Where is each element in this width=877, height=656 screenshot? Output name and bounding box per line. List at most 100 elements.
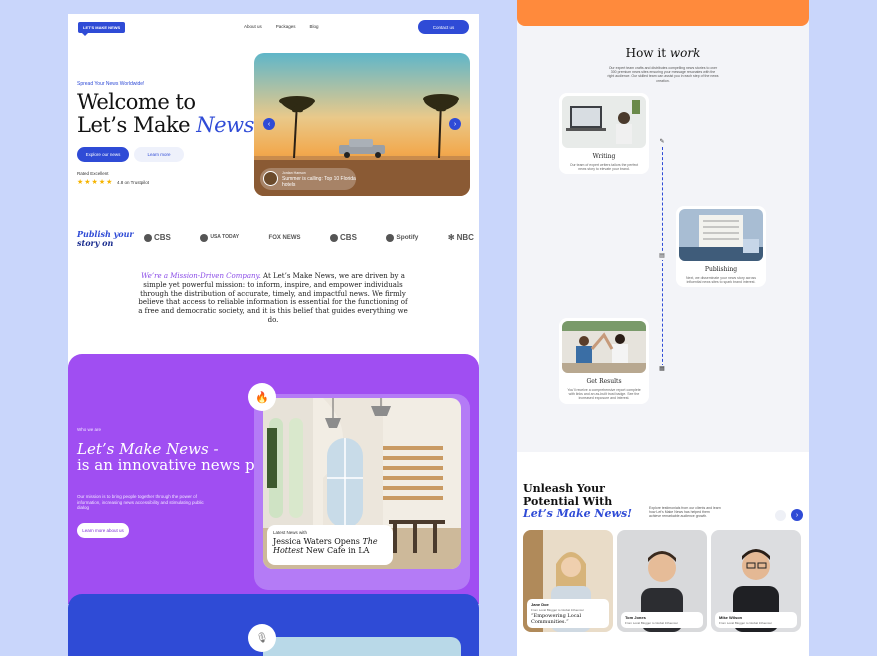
spotify-logo: Spotify <box>386 233 418 242</box>
how-title-em: work <box>669 46 701 60</box>
caption-author: Jordan Hanson <box>282 171 306 175</box>
step-get-results: Get Results You'll receive a comprehensi… <box>559 318 649 404</box>
step-description: You'll receive a comprehensive report co… <box>567 388 641 401</box>
publish-line2: story on <box>77 238 114 248</box>
contact-button[interactable]: Contact us <box>418 20 469 34</box>
news-card-title: Jessica Waters Opens The Hottest New Caf… <box>273 537 387 555</box>
step-publishing: Publishing Next, we disseminate your new… <box>676 206 766 288</box>
unleash-l1: Unleash Your <box>523 482 605 495</box>
cbs-eye-icon <box>144 233 152 242</box>
brand-label: USA TODAY <box>210 234 240 240</box>
publish-heading: Publish your story on <box>77 230 134 248</box>
laptop-desk-image <box>562 96 646 148</box>
hero-caption-card[interactable]: Jordan Hanson Summer is calling: Top 10 … <box>260 168 356 190</box>
hero-title: Welcome to Let’s Make News! <box>77 91 262 137</box>
how-it-works-description: Our expert team crafts and distributes c… <box>607 66 719 83</box>
fox-news-logo: FOX NEWS <box>269 233 301 242</box>
nav-blog[interactable]: Blog <box>310 24 319 29</box>
nbc-logo: ✻ NBC <box>448 233 474 242</box>
step-description: Next, we disseminate your news story acr… <box>685 276 757 285</box>
testimonial-role: From Local Blogger to Global Influencer <box>531 608 585 612</box>
hero-title-accent: News! <box>196 113 262 137</box>
latest-news-card[interactable]: Latest News with Jessica Waters Opens Th… <box>267 525 393 565</box>
trustpilot-score: 4.8 on Trustpilot <box>117 180 150 185</box>
mission-accent: We’re a Mission-Driven Company. <box>141 272 261 280</box>
testimonial-role: From Local Blogger to Global Influencer <box>625 621 679 625</box>
newspaper-reading-image <box>679 209 763 261</box>
testimonials-next-icon[interactable]: › <box>791 509 803 521</box>
step-description: Our team of expert writers tailors the p… <box>569 163 639 172</box>
testimonial-name: Mike Wilson <box>719 615 743 620</box>
brand-label: NBC <box>456 233 474 242</box>
testimonial-card[interactable]: Jane Doe From Local Blogger to Global In… <box>523 530 613 632</box>
brand-label: CBS <box>340 233 357 242</box>
hero-title-line2: Let’s Make <box>77 113 197 137</box>
about-section: Who we are Let’s Make News - is an innov… <box>68 354 479 604</box>
grid-image <box>263 637 461 656</box>
testimonial-name: Tom Jones <box>625 615 646 620</box>
step-publishing-image <box>679 209 763 261</box>
how-title-a: How it <box>625 46 670 60</box>
usa-today-dot-icon <box>200 233 209 242</box>
brand-label: CBS <box>154 233 171 242</box>
testimonials-description: Explore testimonials from our clients an… <box>649 506 721 519</box>
author-avatar <box>263 171 278 186</box>
testimonials-title: Unleash Your Potential With Let’s Make N… <box>523 482 632 521</box>
star-rating-icon: ★★★★★ <box>77 179 114 186</box>
rating-label: Rated Excellent <box>77 171 109 176</box>
testimonials-section: Unleash Your Potential With Let’s Make N… <box>517 452 809 656</box>
learn-more-about-us-button[interactable]: Learn more about us <box>77 523 129 538</box>
testimonial-label: Jane Doe From Local Blogger to Global In… <box>527 599 609 628</box>
next-section: 🎙 <box>68 594 479 656</box>
testimonial-label: Tom Jones From Local Blogger to Global I… <box>621 612 703 628</box>
nav-packages[interactable]: Packages <box>276 24 296 29</box>
cbs-eye-icon <box>330 233 339 242</box>
step-writing-image <box>562 96 646 148</box>
testimonial-card[interactable]: Tom Jones From Local Blogger to Global I… <box>617 530 707 632</box>
testimonial-label: Mike Wilson From Local Blogger to Global… <box>715 612 797 628</box>
hero-tagline: Spread Your News Worldwide! <box>77 81 145 87</box>
brand-label: FOX NEWS <box>268 234 301 241</box>
learn-more-button[interactable]: Learn more <box>134 147 184 162</box>
step-results-image <box>562 321 646 373</box>
news-title-b: New Cafe in LA <box>303 545 370 555</box>
unleash-l3: Let’s Make News! <box>523 507 632 520</box>
explore-news-button[interactable]: Explore our news <box>77 147 129 162</box>
news-card-label: Latest News with <box>273 530 308 535</box>
about-eyebrow: Who we are <box>77 427 102 432</box>
landing-page-left: LET'S MAKE NEWS About us Packages Blog C… <box>68 14 479 656</box>
nbc-peacock-icon: ✻ <box>447 233 455 242</box>
testimonials-prev-icon[interactable] <box>775 510 786 521</box>
cbs-logo-2: CBS <box>330 233 357 242</box>
pencil-icon: ✎ <box>658 138 666 146</box>
mission-statement: We’re a Mission-Driven Company. At Let’s… <box>138 272 408 325</box>
orange-banner <box>517 0 809 26</box>
carousel-next-icon[interactable]: › <box>449 118 461 130</box>
testimonial-quote: “Empowering Local Communities.” <box>531 613 582 625</box>
step-title: Publishing <box>704 266 738 273</box>
testimonial-card[interactable]: Mike Wilson From Local Blogger to Global… <box>711 530 801 632</box>
nav-about[interactable]: About us <box>244 24 262 29</box>
flame-icon: 🔥 <box>248 383 276 411</box>
nav-links: About us Packages Blog <box>244 24 319 29</box>
testimonial-role: From Local Blogger to Global Influencer <box>719 621 773 625</box>
spotify-icon <box>386 233 395 242</box>
brand-logos: CBS USA TODAY FOX NEWS CBS Spotify ✻ NBC <box>144 233 474 242</box>
chart-icon: ▦ <box>658 365 666 373</box>
hero-image-carousel: ‹ › Jordan Hanson Summer is calling: Top… <box>254 53 470 196</box>
logo[interactable]: LET'S MAKE NEWS <box>78 22 126 36</box>
hero-title-line1: Welcome to <box>77 90 196 114</box>
step-title: Writing <box>592 153 616 160</box>
microphone-icon: 🎙 <box>248 624 276 652</box>
brand-label: Spotify <box>396 234 419 241</box>
testimonial-name: Jane Doe <box>531 602 549 607</box>
step-writing: Writing Our team of expert writers tailo… <box>559 93 649 175</box>
top-nav: LET'S MAKE NEWS About us Packages Blog C… <box>78 20 469 40</box>
unleash-l2: Potential With <box>523 494 613 508</box>
team-highfive-image <box>562 321 646 373</box>
usa-today-logo: USA TODAY <box>200 233 239 242</box>
about-description: Our mission is to bring people together … <box>77 494 204 510</box>
how-it-works-title: How it work <box>517 46 809 60</box>
carousel-prev-icon[interactable]: ‹ <box>263 118 275 130</box>
step-title: Get Results <box>586 378 622 385</box>
